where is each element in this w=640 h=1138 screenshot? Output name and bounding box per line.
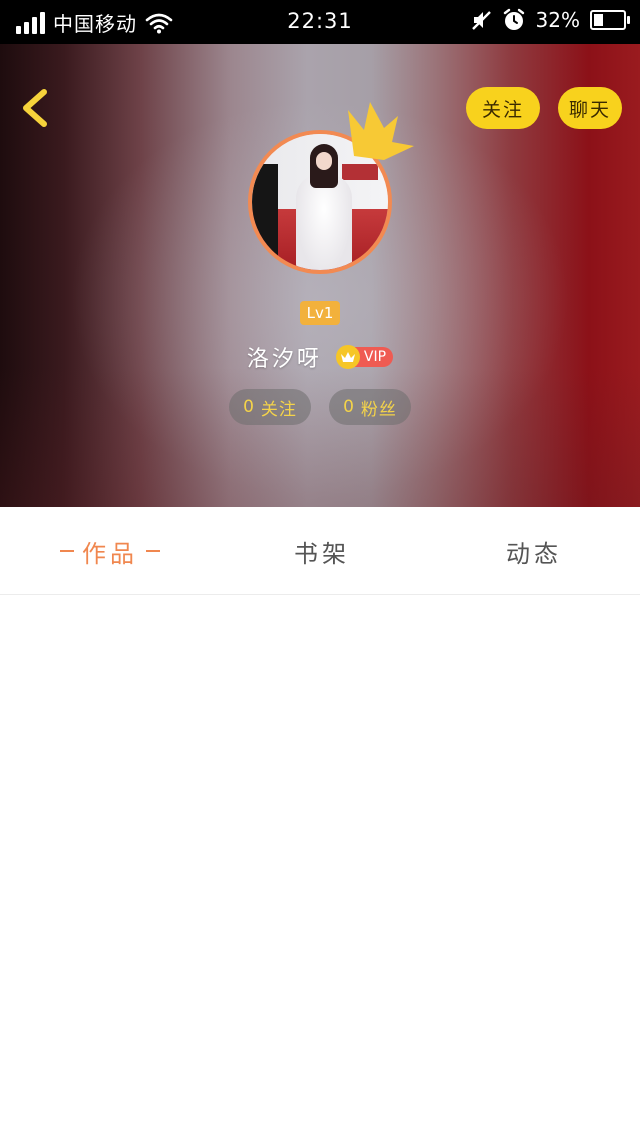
vip-crown-icon — [335, 345, 360, 369]
tab-bookshelf[interactable]: 书架 — [252, 507, 392, 595]
battery-icon — [590, 10, 630, 30]
tab-content-area — [0, 596, 640, 1138]
username: 洛汐呀 — [246, 347, 322, 372]
stats-row: 0 关注 0 粉丝 — [0, 389, 640, 425]
vip-badge: VIP — [335, 345, 394, 369]
tab-works[interactable]: 作品 — [40, 507, 180, 595]
level-badge: Lv1 — [300, 301, 340, 325]
profile-header-background — [0, 44, 640, 507]
active-indicator-right — [146, 550, 160, 552]
status-bar: 中国移动 22:31 32% — [0, 0, 640, 44]
tab-label: 动态 — [506, 539, 562, 568]
following-count: 0 — [243, 397, 255, 417]
follow-button[interactable]: 关注 — [466, 87, 540, 129]
chevron-left-icon[interactable] — [14, 84, 58, 132]
username-row: 洛汐呀 VIP — [0, 341, 640, 373]
tab-label: 书架 — [294, 539, 350, 568]
tab-activity[interactable]: 动态 — [464, 507, 604, 595]
status-right: 32% — [470, 8, 630, 32]
battery-percent: 32% — [535, 8, 580, 32]
mute-icon — [471, 11, 491, 30]
alarm-icon — [503, 8, 524, 30]
chat-button[interactable]: 聊天 — [558, 87, 622, 129]
fans-count: 0 — [343, 397, 355, 417]
fans-count-button[interactable]: 0 粉丝 — [329, 389, 411, 425]
following-label: 关注 — [260, 399, 297, 420]
following-count-button[interactable]: 0 关注 — [229, 389, 311, 425]
active-indicator-left — [60, 550, 74, 552]
battery-fill — [594, 14, 603, 26]
profile-tabs: 作品 书架 动态 — [0, 507, 640, 595]
fans-label: 粉丝 — [360, 399, 397, 420]
crown-icon — [348, 102, 414, 160]
tab-label: 作品 — [82, 539, 138, 568]
